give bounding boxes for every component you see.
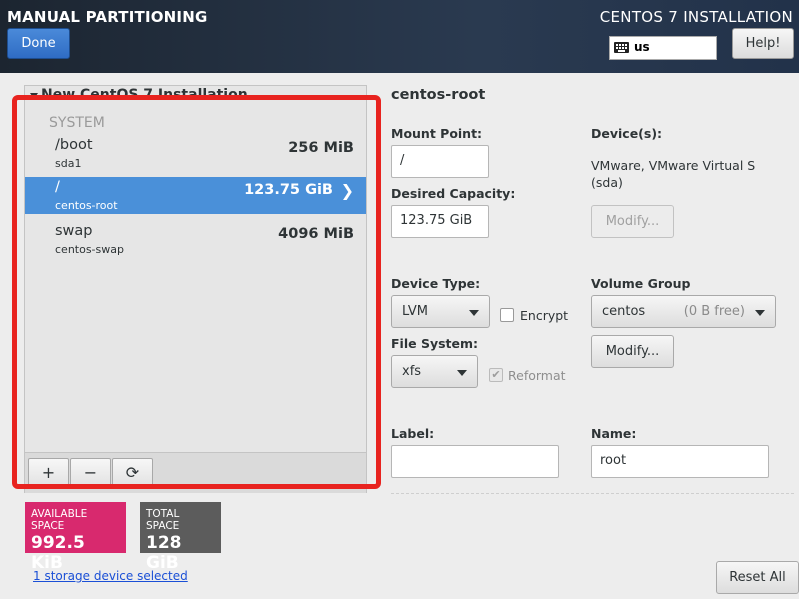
partition-mount: / xyxy=(55,179,60,195)
keyboard-layout-indicator[interactable]: us xyxy=(609,36,717,60)
encrypt-label: Encrypt xyxy=(520,308,569,323)
partition-size: 4096 MiB xyxy=(278,226,354,242)
partition-mount: swap xyxy=(55,223,93,239)
mount-point-label: Mount Point: xyxy=(391,126,483,141)
add-partition-button[interactable]: + xyxy=(28,458,69,487)
partition-row-boot[interactable]: /boot sda1 256 MiB xyxy=(25,135,366,172)
available-space-value: 992.5 KiB xyxy=(31,533,85,573)
file-system-dropdown[interactable]: xfs xyxy=(391,355,478,388)
devices-line: VMware, VMware Virtual S xyxy=(591,158,756,173)
label-input[interactable] xyxy=(391,445,559,478)
storage-device-link[interactable]: 1 storage device selected xyxy=(33,569,188,583)
keyboard-icon xyxy=(614,42,629,53)
partition-toolbar: + − ⟳ xyxy=(25,452,366,493)
partition-size: 123.75 GiB xyxy=(244,182,333,198)
dropdown-arrow-icon xyxy=(469,310,479,316)
help-button[interactable]: Help! xyxy=(732,28,794,59)
partition-row-swap[interactable]: swap centos-swap 4096 MiB xyxy=(25,221,366,258)
device-type-label: Device Type: xyxy=(391,276,481,291)
modify-devices-button[interactable]: Modify... xyxy=(591,205,674,238)
volume-group-free: (0 B free) xyxy=(683,304,745,319)
device-type-value: LVM xyxy=(402,304,428,319)
name-field-label: Name: xyxy=(591,426,637,441)
devices-info: VMware, VMware Virtual S (sda) xyxy=(591,157,755,191)
system-section-label: SYSTEM xyxy=(49,115,105,131)
expander-arrow-icon[interactable] xyxy=(30,93,38,99)
total-space-box: TOTAL SPACE 128 GiB xyxy=(140,502,221,573)
devices-line: (sda) xyxy=(591,175,623,190)
installation-title: CENTOS 7 INSTALLATION xyxy=(599,8,793,26)
available-space-box: AVAILABLE SPACE 992.5 KiB xyxy=(25,502,126,573)
available-space-label: AVAILABLE SPACE xyxy=(31,508,88,532)
desired-capacity-input[interactable]: 123.75 GiB xyxy=(391,205,489,238)
name-input[interactable]: root xyxy=(591,445,769,478)
partition-device: centos-swap xyxy=(55,243,124,256)
partition-device: centos-root xyxy=(55,199,118,212)
dropdown-arrow-icon xyxy=(457,370,467,376)
partition-mount: /boot xyxy=(55,137,93,153)
device-type-dropdown[interactable]: LVM xyxy=(391,295,490,328)
page-title: MANUAL PARTITIONING xyxy=(7,8,208,26)
encrypt-checkbox[interactable] xyxy=(500,308,514,322)
reformat-checkbox[interactable]: ✔ xyxy=(489,368,503,382)
desired-capacity-label: Desired Capacity: xyxy=(391,186,516,201)
total-space-value: 128 GiB xyxy=(146,533,182,573)
dropdown-arrow-icon xyxy=(755,310,765,316)
file-system-label: File System: xyxy=(391,336,479,351)
reformat-label: Reformat xyxy=(508,368,566,383)
reset-all-button[interactable]: Reset All xyxy=(716,561,799,594)
chevron-right-icon: ❯ xyxy=(340,181,354,200)
divider xyxy=(391,493,794,494)
selected-partition-title: centos-root xyxy=(391,87,486,103)
volume-group-label: Volume Group xyxy=(591,276,691,291)
modify-volume-group-button[interactable]: Modify... xyxy=(591,335,674,368)
header-bar: MANUAL PARTITIONING Done CENTOS 7 INSTAL… xyxy=(0,0,799,73)
refresh-button[interactable]: ⟳ xyxy=(112,458,153,487)
done-button[interactable]: Done xyxy=(7,28,70,59)
total-space-label: TOTAL SPACE xyxy=(146,508,180,532)
label-field-label: Label: xyxy=(391,426,435,441)
partition-size: 256 MiB xyxy=(288,140,354,156)
volume-group-value: centos xyxy=(602,304,646,319)
volume-group-dropdown[interactable]: centos (0 B free) xyxy=(591,295,776,328)
partition-row-root[interactable]: / centos-root 123.75 GiB ❯ xyxy=(25,177,366,214)
devices-label: Device(s): xyxy=(591,126,663,141)
installation-tree-header[interactable]: New CentOS 7 Installation xyxy=(41,87,248,103)
keyboard-layout-label: us xyxy=(634,40,650,54)
mount-point-input[interactable]: / xyxy=(391,145,489,178)
file-system-value: xfs xyxy=(402,364,422,379)
remove-partition-button[interactable]: − xyxy=(70,458,111,487)
partition-device: sda1 xyxy=(55,157,82,170)
